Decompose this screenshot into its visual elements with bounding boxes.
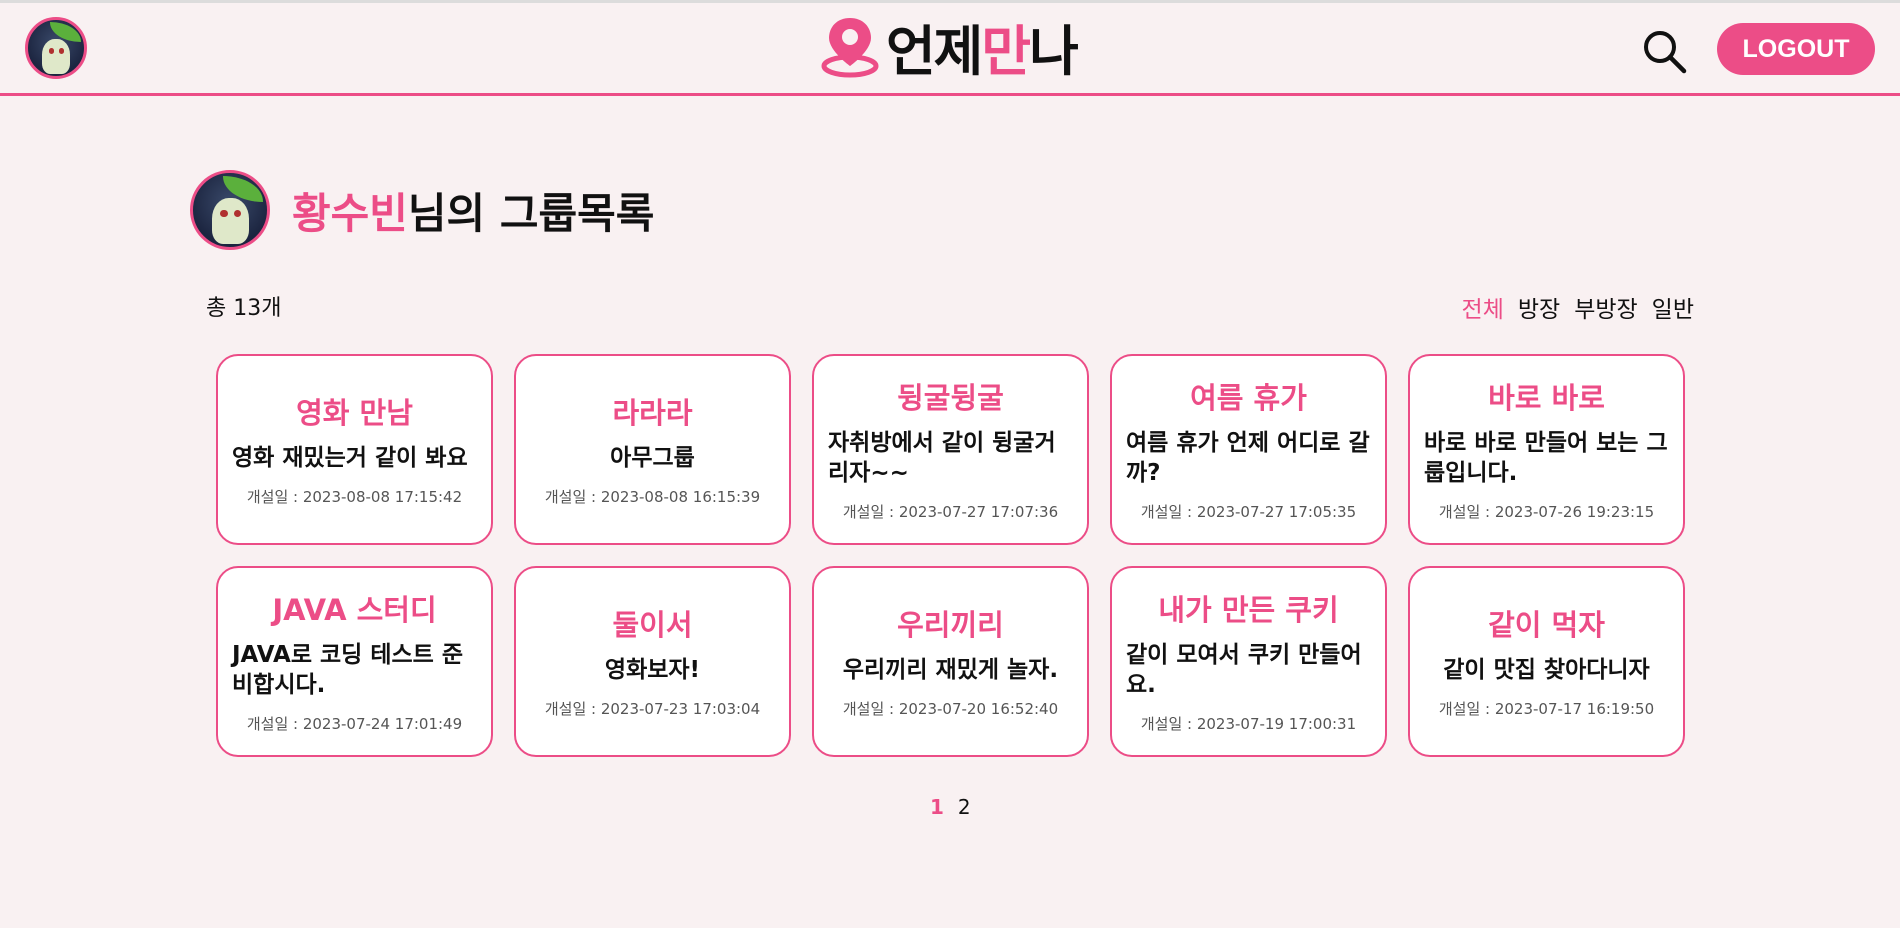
group-date: 개설일 : 2023-07-20 16:52:40 — [842, 699, 1059, 718]
group-desc: 같이 모여서 쿠키 만들어요. — [1126, 642, 1362, 699]
group-name: 둘이서 — [612, 608, 693, 643]
group-desc: 여름 휴가 언제 어디로 갈까? — [1126, 430, 1370, 487]
header: 언제만나 LOGOUT — [0, 3, 1900, 96]
user-avatar[interactable] — [25, 17, 87, 79]
role-filters: 전체 방장 부방장 일반 — [1462, 290, 1694, 324]
group-date: 개설일 : 2023-07-17 16:19:50 — [1438, 699, 1655, 718]
profile-avatar — [190, 170, 270, 250]
group-desc: JAVA로 코딩 테스트 준비합시다. — [232, 642, 463, 699]
group-desc: 바로 바로 만들어 보는 그룹입니다. — [1424, 430, 1668, 487]
search-icon[interactable] — [1640, 27, 1688, 75]
logout-button[interactable]: LOGOUT — [1717, 23, 1875, 75]
group-count: 총 13개 — [206, 296, 282, 321]
logo[interactable]: 언제만나 — [820, 11, 1079, 83]
group-name: 우리끼리 — [897, 608, 1004, 643]
group-card[interactable]: 우리끼리 우리끼리 재밌게 놀자. 개설일 : 2023-07-20 16:52… — [812, 566, 1089, 757]
group-card[interactable]: 영화 만남 영화 재밌는거 같이 봐요 개설일 : 2023-08-08 17:… — [216, 354, 493, 545]
group-desc: 아무그룹 — [610, 445, 695, 472]
group-date: 개설일 : 2023-07-23 17:03:04 — [544, 699, 761, 718]
group-date: 개설일 : 2023-07-26 19:23:15 — [1438, 502, 1655, 521]
page-link-2[interactable]: 2 — [958, 795, 971, 819]
group-desc: 우리끼리 재밌게 놀자. — [842, 657, 1059, 684]
group-name: 내가 만든 쿠키 — [1158, 593, 1339, 628]
group-date: 개설일 : 2023-07-27 17:05:35 — [1140, 502, 1357, 521]
group-name: 라라라 — [612, 396, 693, 431]
group-date: 개설일 : 2023-07-19 17:00:31 — [1140, 714, 1357, 733]
group-card[interactable]: 같이 먹자 같이 맛집 찾아다니자 개설일 : 2023-07-17 16:19… — [1408, 566, 1685, 757]
group-card[interactable]: JAVA 스터디 JAVA로 코딩 테스트 준비합시다. 개설일 : 2023-… — [216, 566, 493, 757]
group-date: 개설일 : 2023-08-08 16:15:39 — [544, 487, 761, 506]
group-desc: 자취방에서 같이 뒹굴거리자~~ — [828, 430, 1056, 487]
group-card[interactable]: 내가 만든 쿠키 같이 모여서 쿠키 만들어요. 개설일 : 2023-07-1… — [1110, 566, 1387, 757]
group-card[interactable]: 라라라 아무그룹 개설일 : 2023-08-08 16:15:39 — [514, 354, 791, 545]
group-card[interactable]: 뒹굴뒹굴 자취방에서 같이 뒹굴거리자~~ 개설일 : 2023-07-27 1… — [812, 354, 1089, 545]
location-pin-icon — [821, 18, 879, 78]
group-desc: 영화 재밌는거 같이 봐요 — [232, 445, 468, 472]
group-name: 영화 만남 — [296, 396, 413, 431]
group-desc: 영화보자! — [604, 657, 701, 684]
logo-text: 언제만나 — [886, 19, 1079, 83]
user-name: 황수빈 — [292, 188, 408, 238]
group-card[interactable]: 바로 바로 바로 바로 만들어 보는 그룹입니다. 개설일 : 2023-07-… — [1408, 354, 1685, 545]
page-title: 황수빈님의 그룹목록 — [292, 188, 655, 238]
pagination: 1 2 — [930, 795, 971, 819]
group-name: JAVA 스터디 — [272, 593, 437, 628]
filter-member[interactable]: 일반 — [1652, 290, 1694, 324]
group-grid: 영화 만남 영화 재밌는거 같이 봐요 개설일 : 2023-08-08 17:… — [216, 354, 1685, 757]
group-desc: 같이 맛집 찾아다니자 — [1443, 657, 1650, 684]
page-title-area: 황수빈님의 그룹목록 — [190, 170, 654, 250]
group-date: 개설일 : 2023-07-27 17:07:36 — [842, 502, 1059, 521]
group-name: 여름 휴가 — [1190, 381, 1307, 416]
group-name: 같이 먹자 — [1488, 608, 1605, 643]
filter-owner[interactable]: 방장 — [1518, 290, 1560, 324]
page-link-1[interactable]: 1 — [930, 795, 944, 819]
group-name: 바로 바로 — [1488, 381, 1605, 416]
filter-all[interactable]: 전체 — [1462, 290, 1504, 324]
group-card[interactable]: 둘이서 영화보자! 개설일 : 2023-07-23 17:03:04 — [514, 566, 791, 757]
group-date: 개설일 : 2023-07-24 17:01:49 — [246, 714, 463, 733]
group-card[interactable]: 여름 휴가 여름 휴가 언제 어디로 갈까? 개설일 : 2023-07-27 … — [1110, 354, 1387, 545]
group-name: 뒹굴뒹굴 — [897, 381, 1004, 416]
filter-sub-owner[interactable]: 부방장 — [1574, 290, 1637, 324]
group-date: 개설일 : 2023-08-08 17:15:42 — [246, 487, 463, 506]
